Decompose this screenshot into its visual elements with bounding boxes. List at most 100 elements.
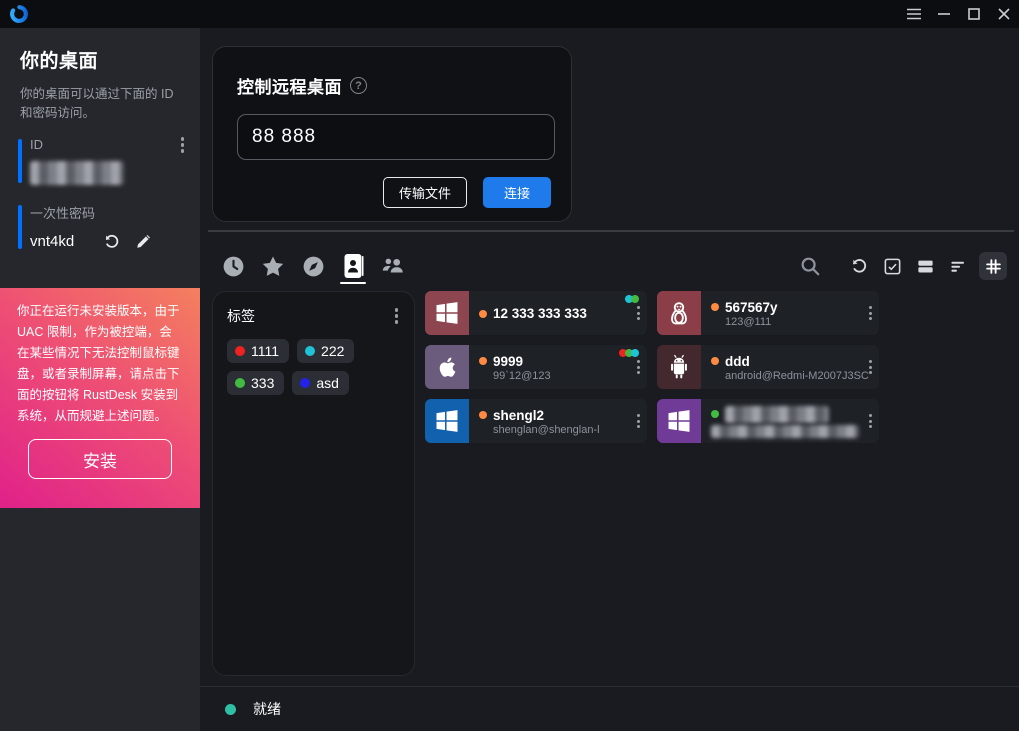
- peer-tag-dots: [627, 295, 639, 303]
- peer-name: ddd: [725, 354, 750, 369]
- android-os-icon: [657, 345, 701, 389]
- peer-card[interactable]: shengl2 shenglan@shenglan-l: [425, 399, 647, 443]
- password-value[interactable]: vnt4kd: [30, 233, 74, 250]
- id-accent-bar: [18, 139, 22, 183]
- peer-status-dot: [479, 357, 487, 365]
- peer-menu-icon[interactable]: [869, 414, 872, 428]
- tags-panel: 标签 1111 222 333 asd: [212, 291, 415, 676]
- title-bar: [0, 0, 1019, 28]
- peer-menu-icon[interactable]: [637, 360, 640, 374]
- peer-card[interactable]: 9999 99`12@123: [425, 345, 647, 389]
- uac-warning-text: 你正在运行未安装版本，由于 UAC 限制，作为被控端，会在某些情况下无法控制鼠标…: [17, 301, 183, 427]
- refresh-icon[interactable]: [847, 254, 871, 278]
- refresh-password-icon[interactable]: [102, 232, 121, 251]
- peer-menu-icon[interactable]: [637, 414, 640, 428]
- tag-chip[interactable]: asd: [292, 371, 349, 395]
- rustdesk-logo-icon: [8, 3, 30, 25]
- tags-title: 标签: [227, 306, 255, 326]
- peer-card[interactable]: 12 333 333 333: [425, 291, 647, 335]
- peer-card[interactable]: [657, 399, 879, 443]
- search-icon[interactable]: [798, 254, 822, 278]
- tag-color-dot: [235, 346, 245, 356]
- tab-address-book[interactable]: [340, 250, 366, 282]
- peer-status-dot: [479, 411, 487, 419]
- peer-status-dot: [711, 410, 719, 418]
- sidebar: 你的桌面 你的桌面可以通过下面的 ID 和密码访问。 ID 一次性密码 vnt4…: [0, 28, 200, 731]
- edit-password-icon[interactable]: [135, 232, 153, 250]
- tag-label: asd: [316, 375, 339, 391]
- tag-label: 1111: [251, 343, 279, 359]
- view-grid-icon[interactable]: [979, 252, 1007, 280]
- tag-label: 333: [251, 375, 274, 391]
- peer-username: 123@111: [711, 316, 873, 328]
- tag-color-dot: [305, 346, 315, 356]
- peer-name: 12 333 333 333: [493, 306, 587, 321]
- peer-name: shengl2: [493, 408, 544, 423]
- peer-username: android@Redmi-M2007J3SC: [711, 370, 873, 382]
- active-tab-underline: [340, 282, 366, 285]
- tag-label: 222: [321, 343, 344, 359]
- peer-menu-icon[interactable]: [869, 360, 872, 374]
- install-button[interactable]: 安装: [28, 439, 172, 479]
- peer-menu-icon[interactable]: [637, 306, 640, 320]
- tag-chip[interactable]: 222: [297, 339, 354, 363]
- peer-menu-icon[interactable]: [869, 306, 872, 320]
- peer-name-censored: [725, 406, 829, 423]
- rustdesk-window: 你的桌面 你的桌面可以通过下面的 ID 和密码访问。 ID 一次性密码 vnt4…: [0, 0, 1019, 731]
- id-section: ID: [18, 137, 200, 185]
- peer-card[interactable]: 567567y 123@111: [657, 291, 879, 335]
- tag-chip[interactable]: 1111: [227, 339, 289, 363]
- peer-tabs: [220, 250, 406, 282]
- peer-actions: [798, 252, 1007, 280]
- id-menu-icon[interactable]: [181, 137, 185, 153]
- close-button[interactable]: [989, 0, 1019, 28]
- sort-icon[interactable]: [946, 254, 970, 278]
- tab-discovered[interactable]: [300, 250, 326, 282]
- minimize-button[interactable]: [929, 0, 959, 28]
- tab-recent-sessions[interactable]: [220, 250, 246, 282]
- select-checkbox-icon[interactable]: [880, 254, 904, 278]
- linux-os-icon: [657, 291, 701, 335]
- id-value-censored[interactable]: [30, 161, 124, 185]
- main-area: 控制远程桌面 ? 传输文件 连接: [200, 28, 1019, 731]
- id-label: ID: [30, 137, 43, 152]
- tab-groups[interactable]: [380, 250, 406, 282]
- menu-icon[interactable]: [899, 0, 929, 28]
- tag-list: 1111 222 333 asd: [227, 339, 402, 395]
- connection-status-text: 就绪: [253, 699, 281, 719]
- peer-grid: 12 333 333 333: [425, 291, 879, 443]
- peer-name: 567567y: [725, 300, 778, 315]
- help-icon[interactable]: ?: [350, 77, 367, 94]
- connect-card: 控制远程桌面 ? 传输文件 连接: [212, 46, 572, 222]
- windows-os-icon: [425, 399, 469, 443]
- uac-warning-panel: 你正在运行未安装版本，由于 UAC 限制，作为被控端，会在某些情况下无法控制鼠标…: [0, 288, 200, 508]
- status-bar: 就绪: [200, 687, 1019, 731]
- peer-name: 9999: [493, 354, 523, 369]
- peer-username: shenglan@shenglan-l: [479, 424, 641, 436]
- peer-status-dot: [711, 357, 719, 365]
- transfer-file-button[interactable]: 传输文件: [383, 177, 467, 208]
- sidebar-title: 你的桌面: [0, 28, 200, 73]
- tag-color-dot: [300, 378, 310, 388]
- view-cards-icon[interactable]: [913, 254, 937, 278]
- apple-os-icon: [425, 345, 469, 389]
- windows-os-icon: [657, 399, 701, 443]
- peer-username-censored: [711, 425, 859, 438]
- password-section: 一次性密码 vnt4kd: [18, 203, 200, 251]
- tags-menu-icon[interactable]: [395, 308, 399, 324]
- peer-status-dot: [711, 303, 719, 311]
- password-accent-bar: [18, 205, 22, 249]
- tag-color-dot: [235, 378, 245, 388]
- tab-favorites[interactable]: [260, 250, 286, 282]
- sidebar-description: 你的桌面可以通过下面的 ID 和密码访问。: [0, 73, 200, 123]
- connect-card-title: 控制远程桌面: [237, 73, 342, 98]
- connection-status-dot: [225, 704, 236, 715]
- peer-card[interactable]: ddd android@Redmi-M2007J3SC: [657, 345, 879, 389]
- remote-id-input[interactable]: [237, 114, 555, 160]
- tag-chip[interactable]: 333: [227, 371, 284, 395]
- password-label: 一次性密码: [30, 203, 95, 222]
- maximize-button[interactable]: [959, 0, 989, 28]
- peer-tag-dots: [621, 349, 639, 357]
- connect-button[interactable]: 连接: [483, 177, 551, 208]
- peer-username: 99`12@123: [479, 370, 641, 382]
